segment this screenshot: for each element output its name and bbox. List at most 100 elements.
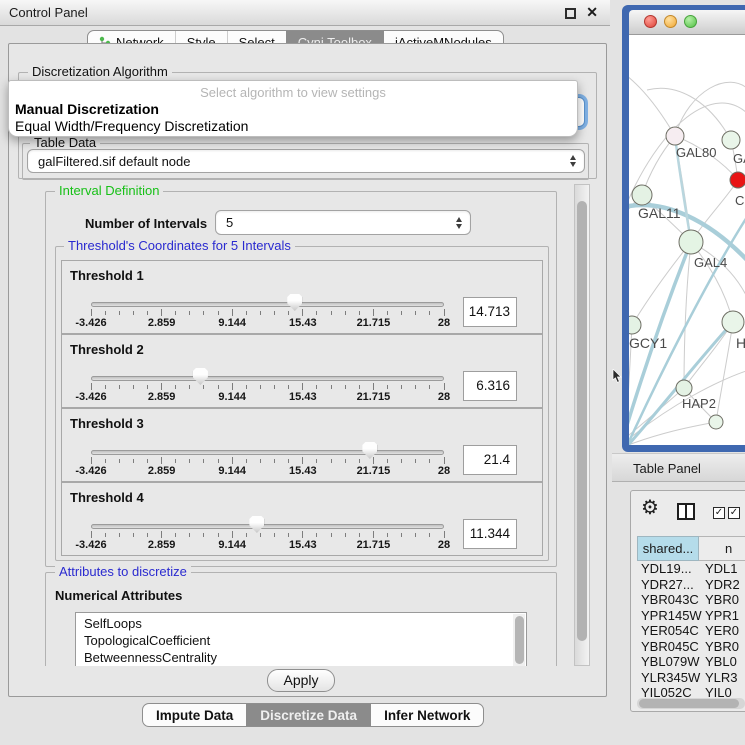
list-item[interactable]: SelfLoops bbox=[76, 613, 526, 632]
threshold-value-field[interactable]: 21.4 bbox=[463, 445, 517, 475]
threshold-panel-4: Threshold 4 -3.4262.8599.14415.4321.7152… bbox=[61, 482, 543, 556]
slider-track[interactable] bbox=[91, 524, 444, 529]
threshold-value-field[interactable]: 14.713 bbox=[463, 297, 517, 327]
network-window-titlebar bbox=[629, 10, 745, 35]
table-header-row: shared... n bbox=[637, 536, 745, 561]
list-item[interactable]: TopologicalCoefficient bbox=[76, 632, 526, 649]
threshold-value-field[interactable]: 11.344 bbox=[463, 519, 517, 549]
control-panel-titlebar: Control Panel ✕ bbox=[0, 0, 610, 26]
threshold-value-field[interactable]: 6.316 bbox=[463, 371, 517, 401]
threshold-panel-2: Threshold 2 -3.4262.8599.14415.4321.7152… bbox=[61, 334, 543, 408]
table-row[interactable]: YBL079WYBL0 bbox=[637, 654, 745, 670]
interval-definition-group-title: Interval Definition bbox=[55, 184, 163, 198]
network-canvas-svg: GAL80 GA C GAL11 GAL4 GCY1 H HAP2 bbox=[629, 35, 745, 445]
table-row[interactable]: YBR045CYBR0 bbox=[637, 639, 745, 655]
network-node-label: GA bbox=[733, 151, 745, 166]
table-body: YDL19...YDL1YDR27...YDR2YBR043CYBR0YPR14… bbox=[637, 561, 745, 701]
numerical-attributes-label: Numerical Attributes bbox=[55, 588, 182, 603]
network-view-window: GAL80 GA C GAL11 GAL4 GCY1 H HAP2 bbox=[622, 5, 745, 452]
network-node-label: GCY1 bbox=[629, 335, 667, 351]
network-node bbox=[709, 415, 723, 429]
application-window: Control Panel ✕ Network Style Select Cyn… bbox=[0, 0, 745, 745]
threshold-label: Threshold 3 bbox=[70, 416, 144, 431]
combo-stepper-icon[interactable] bbox=[570, 155, 576, 167]
dropdown-placeholder-item: Select algorithm to view settings bbox=[9, 81, 577, 100]
bottom-tabbar: Impute Data Discretize Data Infer Networ… bbox=[142, 703, 484, 727]
threshold-label: Threshold 4 bbox=[70, 490, 144, 505]
table-row[interactable]: YDR27...YDR2 bbox=[637, 577, 745, 593]
list-item[interactable]: BetweennessCentrality bbox=[76, 649, 526, 666]
table-row[interactable]: YPR145WYPR1 bbox=[637, 608, 745, 624]
columns-icon[interactable] bbox=[677, 503, 695, 520]
network-node bbox=[666, 127, 684, 145]
dropdown-option-manual-discretization[interactable]: Manual Discretization bbox=[9, 100, 577, 117]
numerical-attributes-list: SelfLoops TopologicalCoefficient Between… bbox=[75, 612, 527, 666]
dropdown-option-equal-width[interactable]: Equal Width/Frequency Discretization bbox=[9, 117, 577, 134]
table-panel-titlebar: Table Panel bbox=[612, 453, 745, 482]
network-node bbox=[629, 316, 641, 334]
mac-minimize-icon[interactable] bbox=[664, 15, 677, 28]
scrollbar-thumb[interactable] bbox=[577, 201, 587, 641]
network-canvas[interactable]: GAL80 GA C GAL11 GAL4 GCY1 H HAP2 bbox=[629, 35, 745, 445]
table-row[interactable]: YER054CYER0 bbox=[637, 623, 745, 639]
settings-scroll-area: Interval Definition Number of Intervals … bbox=[18, 184, 574, 666]
network-node bbox=[722, 131, 740, 149]
table-row[interactable]: YLR345WYLR3 bbox=[637, 670, 745, 686]
column-header-shared-name[interactable]: shared... bbox=[637, 536, 699, 561]
threshold-panel-1: Threshold 1 -3.4262.8599.14415.4321.7152… bbox=[61, 260, 543, 334]
settings-scrollbar[interactable] bbox=[574, 184, 590, 666]
node-table: shared... n YDL19...YDL1YDR27...YDR2YBR0… bbox=[637, 536, 745, 701]
table-panel: ⚙ ✓ ✓ shared... n YDL19...YDL1YDR27...YD… bbox=[630, 490, 745, 712]
slider-ticks bbox=[91, 531, 444, 538]
slider-tick-labels: -3.4262.8599.14415.4321.71528 bbox=[91, 391, 444, 403]
control-panel-title: Control Panel bbox=[9, 5, 88, 20]
tab-infer-network[interactable]: Infer Network bbox=[370, 704, 483, 726]
checkbox-icon[interactable]: ✓ bbox=[728, 507, 740, 519]
slider-track[interactable] bbox=[91, 450, 444, 455]
slider-track[interactable] bbox=[91, 376, 444, 381]
close-icon[interactable]: ✕ bbox=[586, 4, 598, 21]
number-of-intervals-combobox[interactable]: 5 bbox=[215, 210, 471, 235]
tab-discretize-data[interactable]: Discretize Data bbox=[246, 704, 370, 726]
table-row[interactable]: YBR043CYBR0 bbox=[637, 592, 745, 608]
table-horizontal-scrollbar[interactable] bbox=[637, 698, 745, 709]
slider-track[interactable] bbox=[91, 302, 444, 307]
table-data-combobox[interactable]: galFiltered.sif default node bbox=[27, 149, 585, 173]
scrollbar-thumb[interactable] bbox=[639, 699, 739, 708]
threshold-label: Threshold 2 bbox=[70, 342, 144, 357]
network-node-label: GAL80 bbox=[676, 145, 716, 160]
mac-close-icon[interactable] bbox=[644, 15, 657, 28]
slider-ticks bbox=[91, 309, 444, 316]
discretization-algorithm-group-title: Discretization Algorithm bbox=[28, 65, 172, 79]
apply-button[interactable]: Apply bbox=[267, 669, 335, 692]
table-row[interactable]: YDL19...YDL1 bbox=[637, 561, 745, 577]
attributes-group-title: Attributes to discretize bbox=[55, 565, 191, 579]
table-data-group-title: Table Data bbox=[30, 136, 100, 150]
network-node-label: GAL4 bbox=[694, 255, 727, 270]
network-node-label: HAP2 bbox=[682, 396, 716, 411]
threshold-panel-3: Threshold 3 -3.4262.8599.14415.4321.7152… bbox=[61, 408, 543, 482]
slider-ticks bbox=[91, 457, 444, 464]
checkbox-icon[interactable]: ✓ bbox=[713, 507, 725, 519]
network-node-label: GAL11 bbox=[638, 205, 681, 221]
float-window-icon[interactable] bbox=[565, 8, 576, 19]
network-node-label: C bbox=[735, 193, 744, 208]
network-node-label: H bbox=[736, 335, 745, 351]
thresholds-group-title: Threshold's Coordinates for 5 Intervals bbox=[64, 239, 295, 253]
threshold-label: Threshold 1 bbox=[70, 268, 144, 283]
network-node bbox=[679, 230, 703, 254]
slider-ticks bbox=[91, 383, 444, 390]
list-scrollbar[interactable] bbox=[513, 614, 525, 666]
network-node bbox=[676, 380, 692, 396]
table-panel-title: Table Panel bbox=[633, 461, 701, 476]
gear-icon[interactable]: ⚙ bbox=[641, 498, 659, 518]
algorithm-dropdown-popup: Select algorithm to view settings Manual… bbox=[8, 80, 578, 137]
network-node bbox=[722, 311, 744, 333]
combo-stepper-icon[interactable] bbox=[456, 217, 462, 229]
network-node bbox=[730, 172, 745, 188]
tab-impute-data[interactable]: Impute Data bbox=[143, 704, 246, 726]
mac-zoom-icon[interactable] bbox=[684, 15, 697, 28]
column-header-name[interactable]: n bbox=[699, 536, 745, 561]
number-of-intervals-label: Number of Intervals bbox=[85, 216, 207, 231]
slider-tick-labels: -3.4262.8599.14415.4321.71528 bbox=[91, 539, 444, 551]
